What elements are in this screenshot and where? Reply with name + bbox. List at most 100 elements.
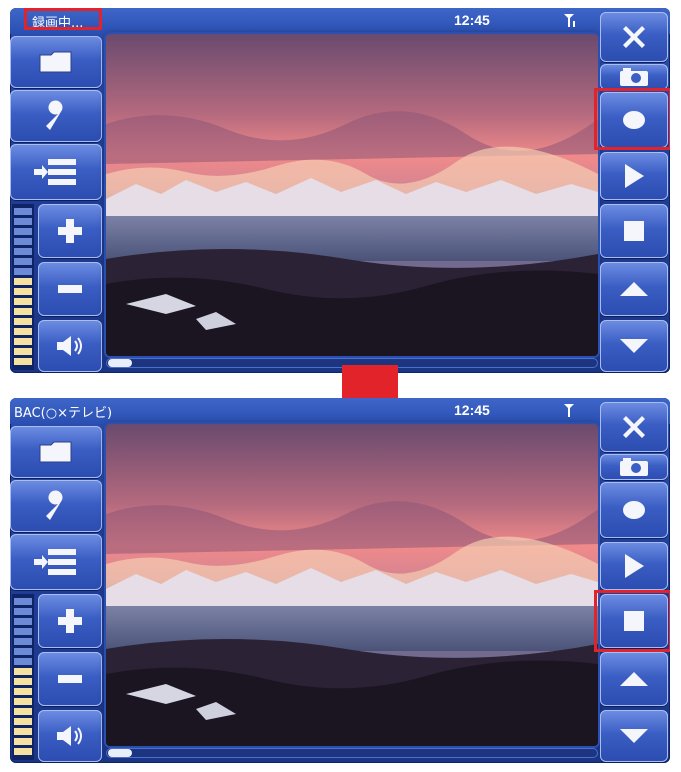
volume-meter [12, 594, 34, 760]
volume-segment [14, 248, 32, 255]
close-icon [623, 26, 645, 48]
volume-segment [14, 228, 32, 235]
status-highlight [24, 8, 102, 30]
up-button[interactable] [600, 262, 668, 316]
up-icon [620, 672, 648, 686]
volume-meter [12, 204, 34, 370]
stop-highlight [594, 590, 670, 652]
stop-button[interactable] [600, 204, 668, 258]
antenna-icon [564, 14, 575, 27]
volume-segment [14, 328, 32, 335]
folder-icon [39, 51, 72, 73]
volume-segment [14, 288, 32, 295]
settings-button[interactable] [10, 480, 102, 532]
down-icon [620, 339, 648, 353]
volume-segment [14, 278, 32, 285]
play-button[interactable] [600, 152, 668, 200]
list-button[interactable] [10, 534, 102, 590]
volume-segment [14, 658, 32, 665]
up-icon [620, 282, 648, 296]
list-button[interactable] [10, 144, 102, 200]
volume-segment [14, 668, 32, 675]
list-icon [34, 159, 76, 185]
volume-segment [14, 688, 32, 695]
volume-down-button[interactable] [38, 262, 102, 316]
volume-segment [14, 718, 32, 725]
volume-segment [14, 238, 32, 245]
volume-segment [14, 738, 32, 745]
mute-button[interactable] [38, 710, 102, 762]
volume-segment [14, 728, 32, 735]
volume-segment [14, 338, 32, 345]
plus-icon [58, 219, 82, 243]
speaker-icon [57, 336, 82, 356]
volume-segment [14, 708, 32, 715]
volume-segment [14, 268, 32, 275]
player-window-recording: 録画中... 12:45 [10, 8, 670, 373]
play-icon [625, 164, 644, 188]
play-icon [625, 554, 644, 578]
volume-segment [14, 208, 32, 215]
volume-segment [14, 608, 32, 615]
folder-icon [39, 441, 72, 463]
settings-button[interactable] [10, 90, 102, 142]
wrench-icon [46, 490, 63, 520]
close-button[interactable] [600, 402, 668, 452]
volume-segment [14, 628, 32, 635]
minus-icon [58, 285, 82, 293]
antenna-icon [564, 404, 574, 417]
volume-segment [14, 258, 32, 265]
volume-segment [14, 308, 32, 315]
down-icon [620, 729, 648, 743]
minus-icon [58, 675, 82, 683]
seek-handle[interactable] [108, 749, 132, 757]
camera-icon [620, 458, 648, 476]
plus-icon [58, 609, 82, 633]
seek-handle[interactable] [108, 359, 132, 367]
volume-segment [14, 748, 32, 755]
volume-segment [14, 698, 32, 705]
status-bar: BAC(○×テレビ) 12:45 [10, 398, 670, 424]
volume-segment [14, 348, 32, 355]
speaker-icon [57, 726, 82, 746]
clock: 12:45 [454, 402, 490, 418]
volume-segment [14, 218, 32, 225]
snapshot-button[interactable] [600, 64, 668, 90]
volume-segment [14, 638, 32, 645]
video-image [106, 34, 598, 356]
volume-up-button[interactable] [38, 204, 102, 258]
mute-button[interactable] [38, 320, 102, 372]
status-bar: 録画中... 12:45 [10, 8, 670, 34]
volume-segment [14, 678, 32, 685]
close-icon [623, 416, 645, 438]
video-display [106, 424, 598, 746]
down-button[interactable] [600, 710, 668, 762]
folder-button[interactable] [10, 36, 102, 88]
down-button[interactable] [600, 320, 668, 372]
volume-segment [14, 648, 32, 655]
channel-name: BAC(○×テレビ) [14, 406, 113, 421]
video-image [106, 424, 598, 746]
volume-down-button[interactable] [38, 652, 102, 706]
record-highlight [594, 88, 670, 150]
clock: 12:45 [454, 12, 490, 28]
video-display [106, 34, 598, 356]
record-icon [623, 501, 645, 519]
snapshot-button[interactable] [600, 454, 668, 480]
wrench-icon [46, 100, 63, 130]
player-window-channel: BAC(○×テレビ) 12:45 [10, 398, 670, 763]
list-icon [34, 549, 76, 575]
play-button[interactable] [600, 542, 668, 590]
camera-icon [620, 68, 648, 86]
volume-segment [14, 598, 32, 605]
folder-button[interactable] [10, 426, 102, 478]
stop-icon [624, 221, 644, 241]
volume-up-button[interactable] [38, 594, 102, 648]
volume-segment [14, 618, 32, 625]
close-button[interactable] [600, 12, 668, 62]
seek-bar[interactable] [106, 748, 598, 758]
up-button[interactable] [600, 652, 668, 706]
record-button[interactable] [600, 482, 668, 538]
volume-segment [14, 298, 32, 305]
volume-segment [14, 358, 32, 365]
